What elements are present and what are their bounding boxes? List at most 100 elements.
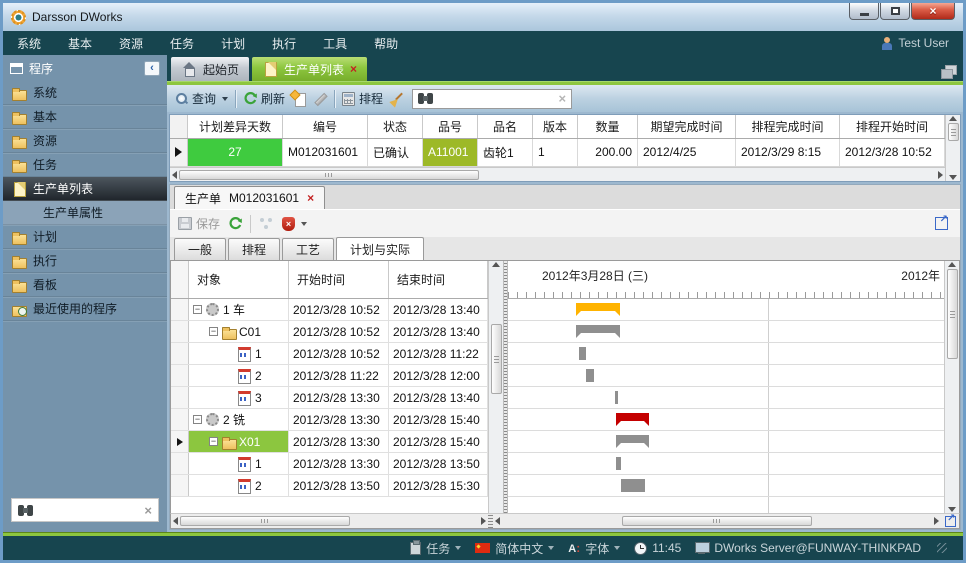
- tree-row[interactable]: − C01 2012/3/28 10:52 2012/3/28 13:40: [171, 321, 488, 343]
- status-font-menu[interactable]: A: 字体: [568, 540, 620, 557]
- status-task-menu[interactable]: 任务: [410, 540, 461, 557]
- column-header-object[interactable]: 对象: [189, 261, 289, 298]
- column-header[interactable]: 排程开始时间: [840, 115, 945, 138]
- column-header[interactable]: 排程完成时间: [736, 115, 840, 138]
- sidebar-item[interactable]: 计划: [3, 225, 167, 249]
- tab-close-icon[interactable]: ×: [307, 191, 314, 205]
- sidebar-item[interactable]: 执行: [3, 249, 167, 273]
- status-language-menu[interactable]: 简体中文: [475, 540, 554, 557]
- expander-icon[interactable]: −: [209, 327, 218, 336]
- scrollbar-thumb[interactable]: [491, 324, 502, 394]
- tree-object-cell[interactable]: − X01: [189, 431, 289, 452]
- tree-object-cell[interactable]: − 2: [189, 475, 289, 496]
- maximize-button[interactable]: [880, 3, 910, 20]
- current-user[interactable]: Test User: [881, 36, 949, 50]
- sidebar-item[interactable]: 生产单列表: [3, 177, 167, 201]
- column-header[interactable]: 期望完成时间: [638, 115, 736, 138]
- scrollbar-thumb[interactable]: [947, 269, 958, 359]
- clean-button[interactable]: [390, 92, 405, 106]
- document-tab[interactable]: 生产单列表 ×: [252, 57, 367, 81]
- column-header[interactable]: 版本: [533, 115, 578, 138]
- close-button[interactable]: ×: [911, 3, 955, 20]
- gantt-bar[interactable]: [586, 369, 594, 382]
- chevron-down-icon[interactable]: [222, 97, 228, 101]
- menu-item[interactable]: 系统: [17, 35, 41, 52]
- query-button[interactable]: 查询: [175, 90, 228, 107]
- tree-object-cell[interactable]: − 3: [189, 387, 289, 408]
- gantt-bar[interactable]: [621, 479, 645, 492]
- scroll-left-icon[interactable]: [495, 517, 500, 525]
- sidebar-collapse-button[interactable]: ‹: [144, 61, 160, 76]
- expander-icon[interactable]: −: [193, 305, 202, 314]
- tree-row[interactable]: − 1 2012/3/28 13:30 2012/3/28 13:50: [171, 453, 488, 475]
- sidebar-item[interactable]: 资源: [3, 129, 167, 153]
- clear-filter-icon[interactable]: ×: [558, 91, 566, 106]
- chevron-down-icon[interactable]: [301, 222, 307, 226]
- menu-item[interactable]: 计划: [221, 35, 245, 52]
- gantt-bar[interactable]: [576, 303, 620, 311]
- scroll-down-icon[interactable]: [948, 507, 956, 512]
- open-in-window-icon[interactable]: [935, 217, 948, 230]
- gantt-bar[interactable]: [616, 413, 649, 421]
- gantt-bar[interactable]: [615, 391, 618, 404]
- save-button[interactable]: 保存: [178, 215, 220, 232]
- order-document-tab[interactable]: 生产单 M012031601 ×: [174, 186, 325, 209]
- stop-button[interactable]: ×: [282, 217, 307, 231]
- chevron-down-icon[interactable]: [614, 546, 620, 550]
- detail-subtab[interactable]: 工艺: [282, 238, 334, 260]
- title-bar[interactable]: Darsson DWorks ×: [3, 3, 963, 31]
- sidebar-item[interactable]: 最近使用的程序: [3, 297, 167, 321]
- refresh-detail-button[interactable]: [228, 217, 242, 231]
- tree-object-cell[interactable]: − 2 铣: [189, 409, 289, 430]
- tree-row[interactable]: − 2 铣 2012/3/28 13:30 2012/3/28 15:40: [171, 409, 488, 431]
- gantt-bar[interactable]: [616, 435, 649, 443]
- edit-button[interactable]: [313, 92, 327, 106]
- column-header[interactable]: 品名: [478, 115, 533, 138]
- column-header[interactable]: 编号: [283, 115, 368, 138]
- tree-row[interactable]: − X01 2012/3/28 13:30 2012/3/28 15:40: [171, 431, 488, 453]
- scroll-up-icon[interactable]: [948, 262, 956, 267]
- window-list-icon[interactable]: [941, 65, 957, 77]
- column-header-start[interactable]: 开始时间: [289, 261, 389, 298]
- sidebar-item[interactable]: 看板: [3, 273, 167, 297]
- tree-object-cell[interactable]: − 1 车: [189, 299, 289, 320]
- column-header[interactable]: 状态: [368, 115, 423, 138]
- sidebar-search-box[interactable]: ×: [11, 498, 159, 522]
- gantt-horizontal-scrollbar[interactable]: [493, 514, 941, 528]
- detail-subtab[interactable]: 排程: [228, 238, 280, 260]
- scroll-right-icon[interactable]: [481, 517, 486, 525]
- filter-search-input[interactable]: ×: [412, 89, 572, 109]
- grid-horizontal-scrollbar[interactable]: [170, 167, 945, 181]
- gantt-vertical-scrollbar[interactable]: [944, 261, 959, 513]
- scroll-left-icon[interactable]: [172, 171, 177, 179]
- scroll-right-icon[interactable]: [938, 171, 943, 179]
- chevron-down-icon[interactable]: [548, 546, 554, 550]
- flow-button[interactable]: [259, 217, 274, 230]
- grid-vertical-scrollbar[interactable]: [945, 115, 960, 181]
- gantt-bar[interactable]: [616, 457, 621, 470]
- tree-row[interactable]: − 1 2012/3/28 10:52 2012/3/28 11:22: [171, 343, 488, 365]
- detail-subtab[interactable]: 计划与实际: [336, 237, 424, 260]
- scrollbar-thumb[interactable]: [948, 123, 959, 141]
- tree-row[interactable]: − 2 2012/3/28 13:50 2012/3/28 15:30: [171, 475, 488, 497]
- detail-subtab[interactable]: 一般: [174, 238, 226, 260]
- scrollbar-thumb[interactable]: [179, 170, 479, 180]
- sidebar-item[interactable]: 系统: [3, 81, 167, 105]
- column-header[interactable]: 数量: [578, 115, 638, 138]
- clear-search-icon[interactable]: ×: [144, 503, 152, 518]
- tree-object-cell[interactable]: − 1: [189, 453, 289, 474]
- grid-data-row[interactable]: 27M012031601已确认A11001齿轮11200.002012/4/25…: [170, 139, 945, 168]
- menu-item[interactable]: 资源: [119, 35, 143, 52]
- external-link-icon[interactable]: [945, 516, 956, 527]
- tree-object-cell[interactable]: − 1: [189, 343, 289, 364]
- expander-icon[interactable]: −: [193, 415, 202, 424]
- tree-horizontal-scrollbar[interactable]: [171, 514, 488, 528]
- tree-row[interactable]: − 2 2012/3/28 11:22 2012/3/28 12:00: [171, 365, 488, 387]
- menu-item[interactable]: 执行: [272, 35, 296, 52]
- column-header[interactable]: 品号: [423, 115, 478, 138]
- menu-item[interactable]: 工具: [323, 35, 347, 52]
- scrollbar-thumb[interactable]: [180, 516, 350, 526]
- menu-item[interactable]: 基本: [68, 35, 92, 52]
- tab-close-icon[interactable]: ×: [350, 62, 357, 76]
- resize-grip[interactable]: [937, 543, 947, 553]
